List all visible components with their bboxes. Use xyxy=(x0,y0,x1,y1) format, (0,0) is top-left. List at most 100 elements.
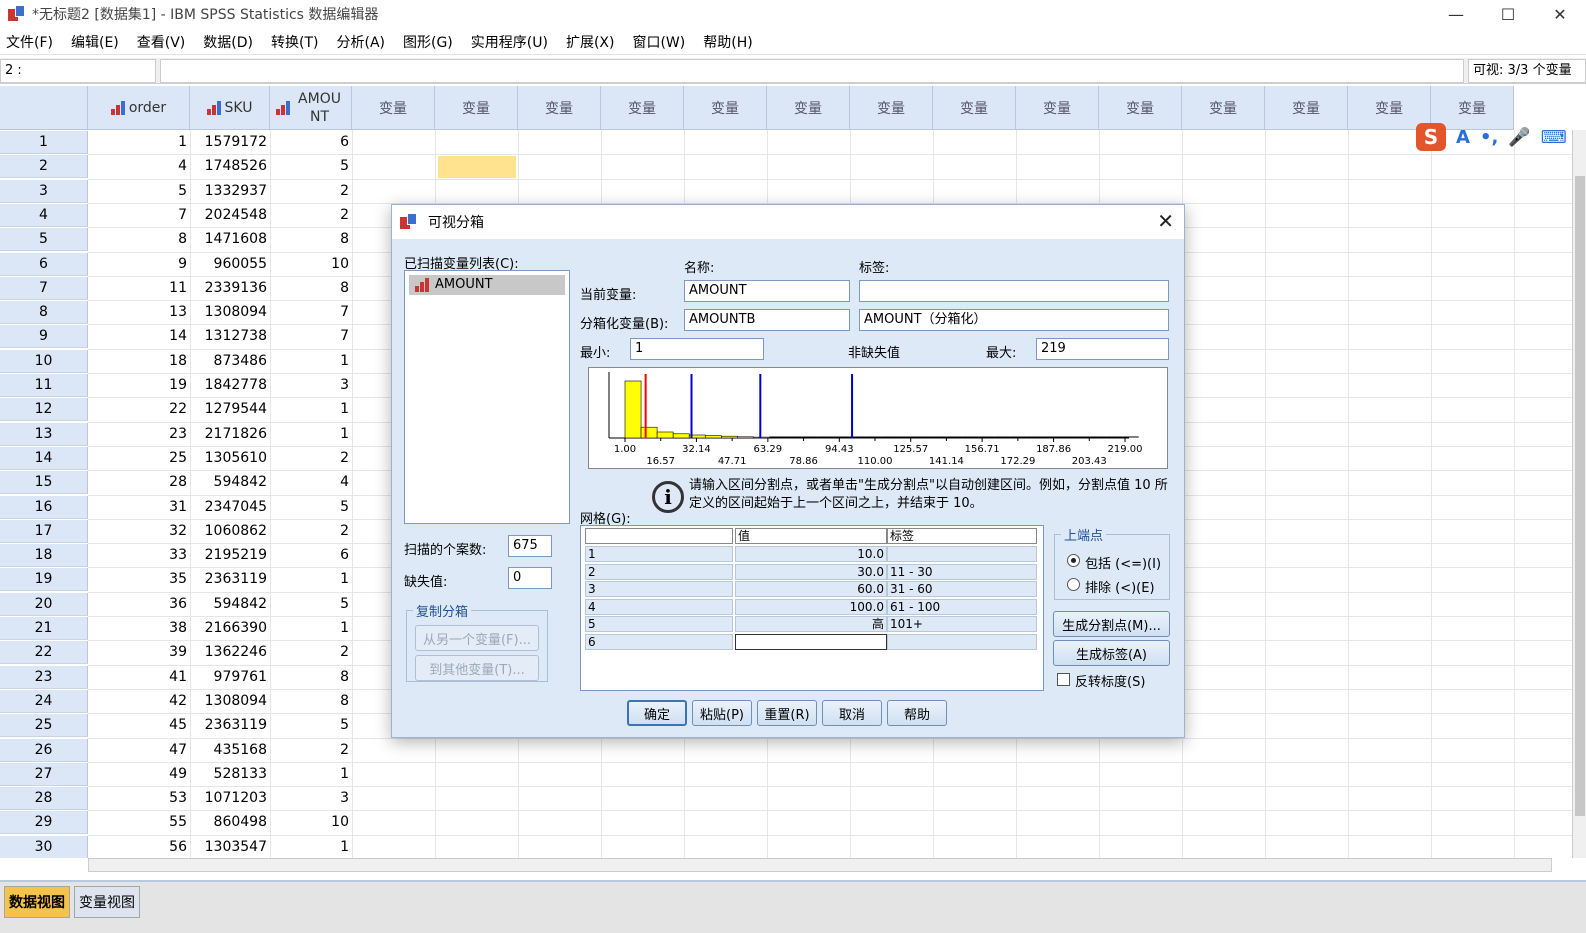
vertical-scrollbar[interactable] xyxy=(1572,130,1586,858)
to-other-variables-button[interactable]: 到其他变量(T)... xyxy=(415,655,539,681)
table-cell[interactable]: 1 xyxy=(88,130,190,154)
menu-item[interactable]: 文件(F) xyxy=(0,32,62,52)
table-cell[interactable]: 1 xyxy=(270,349,352,373)
table-cell[interactable]: 49 xyxy=(88,762,190,786)
table-cell[interactable]: 1279544 xyxy=(190,397,270,421)
table-cell[interactable]: 1303547 xyxy=(190,835,270,858)
row-header[interactable]: 15 xyxy=(0,471,88,495)
table-cell[interactable]: 5 xyxy=(270,592,352,616)
table-cell[interactable]: 2 xyxy=(270,203,352,227)
table-cell[interactable]: 22 xyxy=(88,397,190,421)
column-header-placeholder[interactable]: 变量 xyxy=(684,86,767,130)
table-cell[interactable]: 10 xyxy=(270,810,352,834)
column-header-placeholder[interactable]: 变量 xyxy=(850,86,933,130)
grid-row-label[interactable]: 11 - 30 xyxy=(887,563,1037,580)
dialog-close-icon[interactable]: ✕ xyxy=(1157,209,1174,233)
table-cell[interactable]: 14 xyxy=(88,324,190,348)
histogram-svg[interactable]: 1.00 32.14 63.29 94.43 125.57 156.71 187.86 219… xyxy=(589,368,1167,468)
table-cell[interactable]: 19 xyxy=(88,373,190,397)
table-cell[interactable]: 2 xyxy=(270,738,352,762)
grid-row-label[interactable]: 31 - 60 xyxy=(887,581,1037,598)
cancel-button[interactable]: 取消 xyxy=(822,700,882,726)
row-header[interactable]: 24 xyxy=(0,689,88,713)
column-header-placeholder[interactable]: 变量 xyxy=(435,86,518,130)
row-header[interactable]: 10 xyxy=(0,349,88,373)
table-cell[interactable]: 2166390 xyxy=(190,616,270,640)
generate-labels-button[interactable]: 生成标签(A) xyxy=(1053,640,1170,666)
tab-variable-view[interactable]: 变量视图 xyxy=(74,886,140,918)
sogou-ime-icon[interactable]: S xyxy=(1416,123,1446,151)
ok-button[interactable]: 确定 xyxy=(627,700,687,726)
column-header-placeholder[interactable]: 变量 xyxy=(1265,86,1348,130)
minimize-button[interactable]: — xyxy=(1430,0,1482,28)
table-cell[interactable]: 35 xyxy=(88,567,190,591)
row-header[interactable]: 6 xyxy=(0,252,88,276)
table-cell[interactable]: 41 xyxy=(88,665,190,689)
table-cell[interactable]: 8 xyxy=(270,227,352,251)
menu-item[interactable]: 帮助(H) xyxy=(694,32,761,52)
table-cell[interactable]: 9 xyxy=(88,252,190,276)
list-item[interactable]: AMOUNT xyxy=(409,275,565,295)
row-header[interactable]: 7 xyxy=(0,276,88,300)
table-cell[interactable]: 42 xyxy=(88,689,190,713)
table-cell[interactable]: 8 xyxy=(88,227,190,251)
table-cell[interactable]: 45 xyxy=(88,713,190,737)
binned-var-label-field[interactable]: AMOUNT（分箱化） xyxy=(859,309,1169,331)
row-header[interactable]: 12 xyxy=(0,398,88,422)
table-cell[interactable]: 2171826 xyxy=(190,422,270,446)
column-header-placeholder[interactable]: 变量 xyxy=(601,86,684,130)
table-cell[interactable]: 1071203 xyxy=(190,786,270,810)
row-header[interactable]: 2 xyxy=(0,155,88,179)
table-cell[interactable]: 31 xyxy=(88,495,190,519)
menu-item[interactable]: 窗口(W) xyxy=(623,32,694,52)
table-cell[interactable]: 10 xyxy=(270,252,352,276)
table-cell[interactable]: 860498 xyxy=(190,810,270,834)
cutpoint-grid[interactable]: 值 标签 1 10.0 2 30.0 11 - 30 3 60.0 31 - 60 4 100.0… xyxy=(580,525,1044,691)
ime-lang-icon[interactable]: A xyxy=(1456,127,1470,148)
table-cell[interactable]: 32 xyxy=(88,519,190,543)
table-cell[interactable]: 6 xyxy=(270,543,352,567)
table-cell[interactable]: 23 xyxy=(88,422,190,446)
row-header[interactable]: 25 xyxy=(0,714,88,738)
from-other-variable-button[interactable]: 从另一个变量(F)... xyxy=(415,625,539,651)
table-cell[interactable]: 5 xyxy=(270,495,352,519)
tab-data-view[interactable]: 数据视图 xyxy=(4,886,70,918)
table-cell[interactable]: 528133 xyxy=(190,762,270,786)
row-header[interactable]: 21 xyxy=(0,617,88,640)
table-cell[interactable]: 594842 xyxy=(190,592,270,616)
table-cell[interactable]: 1 xyxy=(270,616,352,640)
include-radio[interactable] xyxy=(1067,554,1080,567)
menu-item[interactable]: 查看(V) xyxy=(128,32,195,52)
grid-row-value[interactable]: 30.0 xyxy=(735,563,887,580)
grid-row-value[interactable]: 高 xyxy=(735,616,887,633)
help-button[interactable]: 帮助 xyxy=(887,700,947,726)
table-cell[interactable]: 5 xyxy=(270,713,352,737)
column-header-placeholder[interactable]: 变量 xyxy=(933,86,1016,130)
row-header[interactable]: 26 xyxy=(0,738,88,762)
menu-item[interactable]: 扩展(X) xyxy=(557,32,624,52)
ime-punct-icon[interactable]: •, xyxy=(1480,127,1498,148)
table-cell[interactable]: 2363119 xyxy=(190,713,270,737)
table-cell[interactable]: 39 xyxy=(88,640,190,664)
grid-row-label[interactable] xyxy=(887,634,1037,650)
table-cell[interactable]: 56 xyxy=(88,835,190,858)
menu-item[interactable]: 图形(G) xyxy=(394,32,462,52)
current-var-name-field[interactable]: AMOUNT xyxy=(684,280,850,302)
table-cell[interactable]: 1579172 xyxy=(190,130,270,154)
grid-row-label[interactable] xyxy=(887,546,1037,562)
table-cell[interactable]: 873486 xyxy=(190,349,270,373)
exclude-radio[interactable] xyxy=(1067,578,1080,591)
table-row[interactable]: 3 60.0 31 - 60 xyxy=(581,581,1043,598)
table-cell[interactable]: 2339136 xyxy=(190,276,270,300)
table-cell[interactable]: 25 xyxy=(88,446,190,470)
horizontal-scrollbar[interactable] xyxy=(88,858,1552,872)
menu-item[interactable]: 数据(D) xyxy=(194,32,262,52)
row-header[interactable]: 3 xyxy=(0,179,88,203)
table-cell[interactable]: 1 xyxy=(270,422,352,446)
table-row[interactable]: 1 10.0 xyxy=(581,546,1043,563)
table-cell[interactable]: 1748526 xyxy=(190,154,270,178)
table-cell[interactable]: 55 xyxy=(88,810,190,834)
table-cell[interactable]: 1 xyxy=(270,397,352,421)
row-header[interactable]: 20 xyxy=(0,592,88,616)
row-header[interactable]: 17 xyxy=(0,519,88,543)
